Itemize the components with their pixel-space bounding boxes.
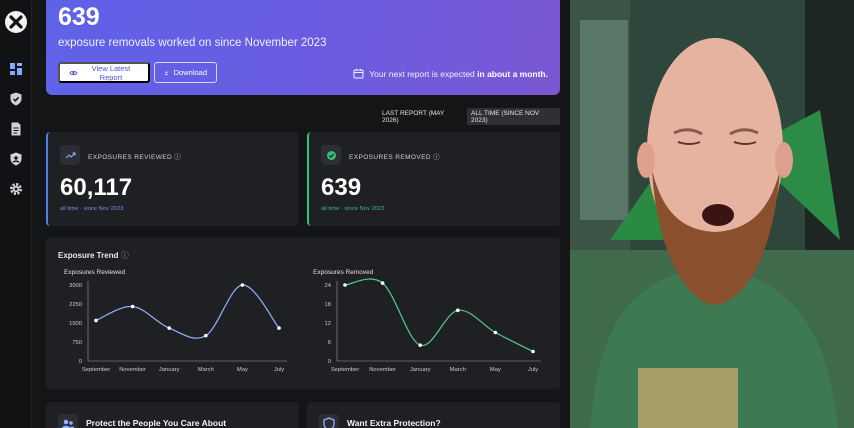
protect-people-card[interactable]: Protect the People You Care About [46, 402, 299, 428]
shield-user-icon[interactable] [8, 151, 24, 167]
x-tick-label: May [237, 367, 248, 373]
next-report-time: in about a month [477, 68, 546, 79]
extra-protection-card[interactable]: Want Extra Protection? [307, 402, 560, 428]
data-point[interactable] [380, 281, 385, 285]
users-icon [58, 414, 78, 428]
removed-trend-chart: Exposures Removed 24 18 12 6 0September Novemb… [313, 269, 541, 373]
y-tick-label: 12 [325, 321, 331, 327]
y-tick-label: 0 [79, 359, 82, 365]
presenter-image [570, 0, 854, 428]
removed-label: EXPOSURES REMOVED ⓘ [349, 154, 441, 161]
eye-icon [69, 70, 78, 75]
x-tick-label: January [159, 367, 180, 373]
extra-protection-title: Want Extra Protection? [347, 418, 441, 428]
data-point[interactable] [204, 333, 208, 338]
x-tick-label: November [369, 367, 396, 373]
y-tick-label: 2250 [69, 302, 82, 308]
removed-value: 639 [321, 174, 362, 201]
data-point[interactable] [456, 308, 460, 313]
data-point[interactable] [240, 283, 245, 287]
y-tick-label: 1500 [69, 321, 82, 327]
download-icon [164, 70, 168, 75]
webcam-video [570, 0, 854, 428]
trend-up-icon [60, 145, 80, 165]
info-icon: ⓘ [433, 154, 441, 161]
toggle-last-report[interactable]: LAST REPORT (MAY 2026) [378, 108, 466, 125]
x-tick-label: May [490, 367, 501, 373]
x-tick-label: January [410, 367, 431, 373]
y-tick-label: 750 [72, 340, 82, 346]
data-point[interactable] [277, 326, 281, 330]
view-latest-report-button[interactable]: View Latest Report [58, 62, 150, 83]
x-tick-label: September [331, 367, 359, 373]
y-tick-label: 0 [328, 359, 331, 365]
exposure-trend-panel: Exposure Trend ⓘ Exposures Reviewed 3000 2… [46, 237, 560, 389]
removal-count: 639 [58, 3, 100, 31]
sidebar [0, 0, 32, 428]
data-point[interactable] [94, 318, 98, 323]
data-point[interactable] [167, 326, 171, 330]
banner-subtitle: exposure removals worked on since Novemb… [58, 37, 327, 49]
shield-check-icon[interactable] [8, 91, 24, 107]
calendar-icon [353, 69, 364, 79]
check-circle-icon [321, 145, 341, 165]
next-report-prefix: Your next report is expected [369, 68, 475, 79]
data-point[interactable] [130, 304, 135, 309]
protect-people-title: Protect the People You Care About [86, 418, 227, 428]
toggle-all-time[interactable]: ALL TIME (SINCE NOV 2023) [467, 108, 560, 125]
data-point[interactable] [531, 349, 535, 354]
app-root: 639 exposure removals worked on since No… [0, 0, 854, 428]
app-logo-icon[interactable] [5, 11, 27, 33]
info-icon: ⓘ [120, 251, 129, 260]
view-latest-report-label: View Latest Report [91, 63, 131, 82]
x-tick-label: March [450, 367, 466, 373]
reviewed-trend-chart: Exposures Reviewed 3000 2250 1500 750 0Septem… [64, 269, 287, 373]
next-report-suffix: . [545, 68, 548, 79]
reviewed-foot: all time · since Nov 2023 [60, 206, 124, 212]
next-report-notice: Your next report is expected in about a … [353, 68, 548, 79]
x-tick-label: September [82, 367, 110, 373]
data-point[interactable] [343, 283, 347, 287]
y-tick-label: 3000 [69, 283, 82, 289]
trend-title: Exposure Trend ⓘ [58, 251, 129, 260]
series-line [344, 278, 534, 353]
chart-title: Exposures Removed [313, 269, 374, 276]
info-icon: ⓘ [174, 154, 182, 161]
download-button[interactable]: Download [154, 62, 217, 83]
series-line [95, 284, 280, 339]
data-point[interactable] [418, 343, 422, 347]
y-tick-label: 6 [328, 340, 331, 346]
shield-icon [319, 414, 339, 428]
data-point[interactable] [493, 330, 498, 335]
gear-icon[interactable] [8, 181, 24, 197]
reviewed-value: 60,117 [60, 174, 133, 201]
reviewed-label: EXPOSURES REVIEWED ⓘ [88, 154, 182, 161]
summary-banner: 639 exposure removals worked on since No… [46, 0, 560, 95]
x-tick-label: March [198, 367, 214, 373]
document-icon[interactable] [8, 121, 24, 137]
dashboard-main: 639 exposure removals worked on since No… [32, 0, 570, 428]
removed-foot: all time · since Nov 2023 [321, 206, 385, 212]
chart-title: Exposures Reviewed [64, 269, 125, 276]
y-tick-label: 18 [325, 302, 331, 308]
exposures-removed-card: EXPOSURES REMOVED ⓘ 639 all time · since… [307, 132, 560, 226]
dashboard-icon[interactable] [8, 61, 24, 77]
y-tick-label: 24 [325, 283, 332, 289]
x-tick-label: July [274, 367, 284, 373]
exposures-reviewed-card: EXPOSURES REVIEWED ⓘ 60,117 all time · s… [46, 132, 299, 226]
download-label: Download [173, 68, 207, 77]
x-tick-label: November [119, 367, 146, 373]
x-tick-label: July [528, 367, 538, 373]
